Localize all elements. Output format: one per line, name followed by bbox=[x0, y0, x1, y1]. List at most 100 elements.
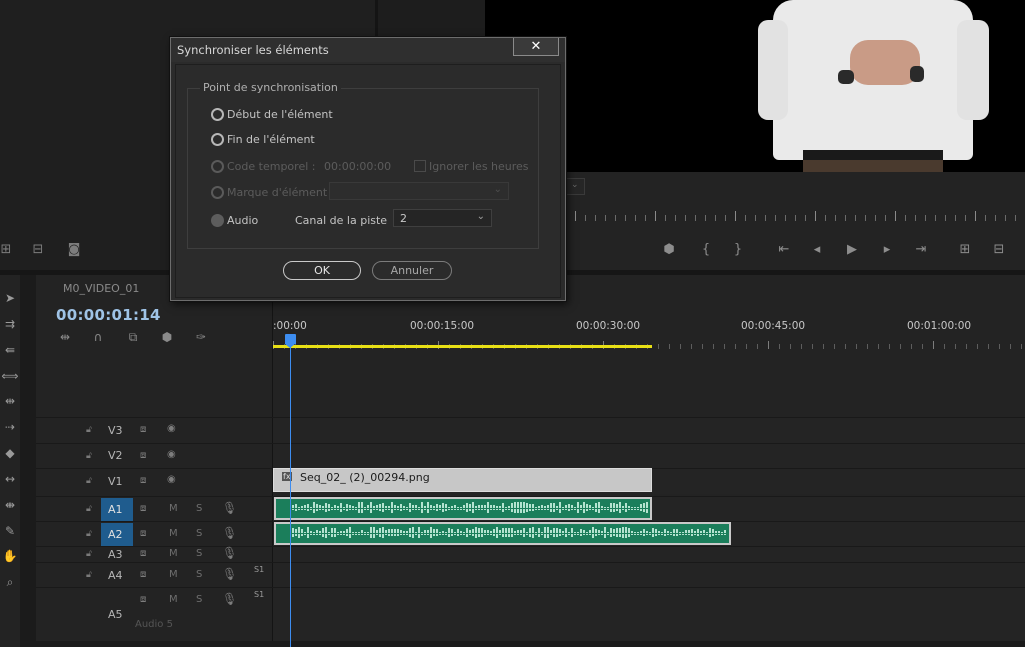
audio-clip-a2[interactable] bbox=[274, 522, 731, 545]
radio-start[interactable] bbox=[211, 108, 224, 121]
channel-dropdown[interactable]: 2 ⌄ bbox=[393, 209, 492, 227]
lock-icon[interactable]: 🔓︎ bbox=[86, 529, 92, 539]
microphone-icon[interactable]: 🎙︎ bbox=[222, 526, 237, 540]
track-name: V1 bbox=[108, 475, 123, 488]
sync-lock-icon[interactable]: ⧈ bbox=[140, 594, 146, 605]
sync-lock-icon[interactable]: ⧈ bbox=[140, 569, 146, 580]
audio-clip-a1[interactable] bbox=[274, 497, 652, 520]
video-clip[interactable]: fx Seq_02_ (2)_00294.png bbox=[273, 468, 652, 492]
cancel-button[interactable]: Annuler bbox=[372, 261, 452, 280]
add-marker-icon[interactable]: ⬢ bbox=[159, 330, 175, 344]
linked-selection-icon[interactable]: ⧉ bbox=[125, 330, 141, 345]
channel-label: Canal de la piste bbox=[295, 214, 388, 227]
rolling-edit-tool-icon[interactable]: ⟺ bbox=[1, 367, 19, 385]
camera-icon[interactable]: ◙ bbox=[64, 241, 84, 259]
resolution-dropdown[interactable]: ⌄ bbox=[565, 178, 585, 195]
pencil-tool-icon[interactable]: ✎ bbox=[1, 522, 19, 540]
track-row-a4: 🔓︎ A4 ⧈ M S 🎙︎ S1 bbox=[36, 562, 1025, 587]
program-time-ruler[interactable] bbox=[575, 209, 1025, 221]
radio-end[interactable] bbox=[211, 133, 224, 146]
wrench-icon[interactable]: ✑ bbox=[193, 330, 209, 344]
track-header: 🔓︎ A3 ⧈ M S 🎙︎ bbox=[36, 546, 272, 562]
track-lane[interactable] bbox=[273, 547, 1025, 562]
track-lane[interactable] bbox=[273, 588, 1025, 641]
sync-lock-icon[interactable]: ⧈ bbox=[140, 528, 146, 539]
selection-tool-icon[interactable]: ➤ bbox=[1, 289, 19, 307]
track-lane[interactable] bbox=[273, 444, 1025, 468]
lift-icon[interactable]: ⊞ bbox=[956, 241, 974, 259]
microphone-icon[interactable]: 🎙︎ bbox=[222, 567, 237, 581]
extract-icon[interactable]: ⊟ bbox=[990, 241, 1008, 259]
playhead-handle[interactable] bbox=[285, 334, 296, 348]
microphone-icon[interactable]: 🎙︎ bbox=[222, 501, 237, 515]
insert-icon[interactable]: ⊞ bbox=[0, 241, 16, 259]
solo-button[interactable]: S bbox=[196, 528, 202, 539]
ruler-tick bbox=[585, 215, 586, 221]
go-to-in-icon[interactable]: ⇤ bbox=[775, 241, 793, 259]
nest-toggle-icon[interactable]: ⇹ bbox=[57, 330, 73, 344]
close-button[interactable]: ✕ bbox=[513, 38, 559, 56]
sync-lock-icon[interactable]: ⧈ bbox=[140, 450, 146, 461]
step-back-icon[interactable]: ◂ bbox=[808, 241, 826, 259]
overwrite-icon[interactable]: ⊟ bbox=[28, 241, 48, 259]
track-select-tool-icon[interactable]: ⇉ bbox=[1, 315, 19, 333]
sync-lock-icon[interactable]: ⧈ bbox=[140, 424, 146, 435]
timecode-field[interactable]: 00:00:00:00 bbox=[324, 160, 391, 173]
mute-button[interactable]: M bbox=[169, 528, 178, 539]
go-to-out-icon[interactable]: ⇥ bbox=[912, 241, 930, 259]
play-icon[interactable]: ▶ bbox=[843, 241, 861, 259]
track-lane[interactable] bbox=[273, 418, 1025, 443]
playhead-timecode[interactable]: 00:00:01:14 bbox=[56, 306, 161, 324]
radio-marker[interactable] bbox=[211, 186, 224, 199]
zoom-tool-icon[interactable]: ⌕ bbox=[1, 573, 19, 591]
marker-dropdown[interactable]: ⌄ bbox=[329, 182, 509, 200]
lock-icon[interactable]: 🔓︎ bbox=[86, 476, 92, 486]
ignore-hours-checkbox[interactable] bbox=[414, 160, 426, 172]
program-monitor-video bbox=[485, 0, 1025, 174]
pen-tool-icon[interactable]: ⇼ bbox=[1, 496, 19, 514]
radio-timecode[interactable] bbox=[211, 160, 224, 173]
rate-stretch-tool-icon[interactable]: ⇹ bbox=[1, 392, 19, 410]
solo-button[interactable]: S bbox=[196, 548, 202, 559]
mute-button[interactable]: M bbox=[169, 594, 178, 605]
lock-icon[interactable]: 🔓︎ bbox=[86, 570, 92, 580]
mark-in-icon[interactable]: { bbox=[697, 241, 715, 259]
hand-tool-icon[interactable]: ✋ bbox=[1, 547, 19, 565]
mute-button[interactable]: M bbox=[169, 503, 178, 514]
solo-button[interactable]: S bbox=[196, 569, 202, 580]
work-area-bar[interactable] bbox=[273, 345, 652, 348]
sequence-tab[interactable]: M0_VIDEO_01 bbox=[63, 282, 139, 295]
solo-button[interactable]: S bbox=[196, 594, 202, 605]
sync-lock-icon[interactable]: ⧈ bbox=[140, 548, 146, 559]
mute-button[interactable]: M bbox=[169, 569, 178, 580]
lock-icon[interactable]: 🔓︎ bbox=[86, 549, 92, 559]
add-marker-icon[interactable]: ⬢ bbox=[660, 241, 678, 259]
mute-button[interactable]: M bbox=[169, 548, 178, 559]
eye-icon[interactable]: ◉ bbox=[167, 474, 176, 485]
lock-icon[interactable]: 🔓︎ bbox=[86, 504, 92, 514]
microphone-icon[interactable]: 🎙︎ bbox=[222, 546, 237, 560]
eye-icon[interactable]: ◉ bbox=[167, 423, 176, 434]
lock-icon[interactable]: 🔓︎ bbox=[86, 451, 92, 461]
lock-icon[interactable]: 🔓︎ bbox=[86, 425, 92, 435]
ripple-edit-tool-icon[interactable]: ⇚ bbox=[1, 341, 19, 359]
ruler-tick bbox=[645, 215, 646, 221]
razor-tool-icon[interactable]: ⇢ bbox=[1, 418, 19, 436]
snap-icon[interactable]: ∩ bbox=[90, 330, 106, 344]
sync-lock-icon[interactable]: ⧈ bbox=[140, 503, 146, 514]
microphone-icon[interactable]: 🎙︎ bbox=[222, 592, 237, 606]
mark-out-icon[interactable]: } bbox=[729, 241, 747, 259]
eye-icon[interactable]: ◉ bbox=[167, 449, 176, 460]
track-lane[interactable] bbox=[273, 563, 1025, 587]
sync-lock-icon[interactable]: ⧈ bbox=[140, 475, 146, 486]
dialog-titlebar[interactable]: Synchroniser les éléments ✕ bbox=[171, 38, 565, 62]
solo-button[interactable]: S bbox=[196, 503, 202, 514]
step-forward-icon[interactable]: ▸ bbox=[878, 241, 896, 259]
ruler-tick bbox=[867, 344, 868, 349]
slide-tool-icon[interactable]: ↔ bbox=[1, 470, 19, 488]
timeline-scrollbar[interactable] bbox=[36, 641, 1025, 647]
radio-audio[interactable] bbox=[211, 214, 224, 227]
ruler-tick bbox=[900, 344, 901, 349]
ok-button[interactable]: OK bbox=[283, 261, 361, 280]
slip-tool-icon[interactable]: ◆ bbox=[1, 444, 19, 462]
